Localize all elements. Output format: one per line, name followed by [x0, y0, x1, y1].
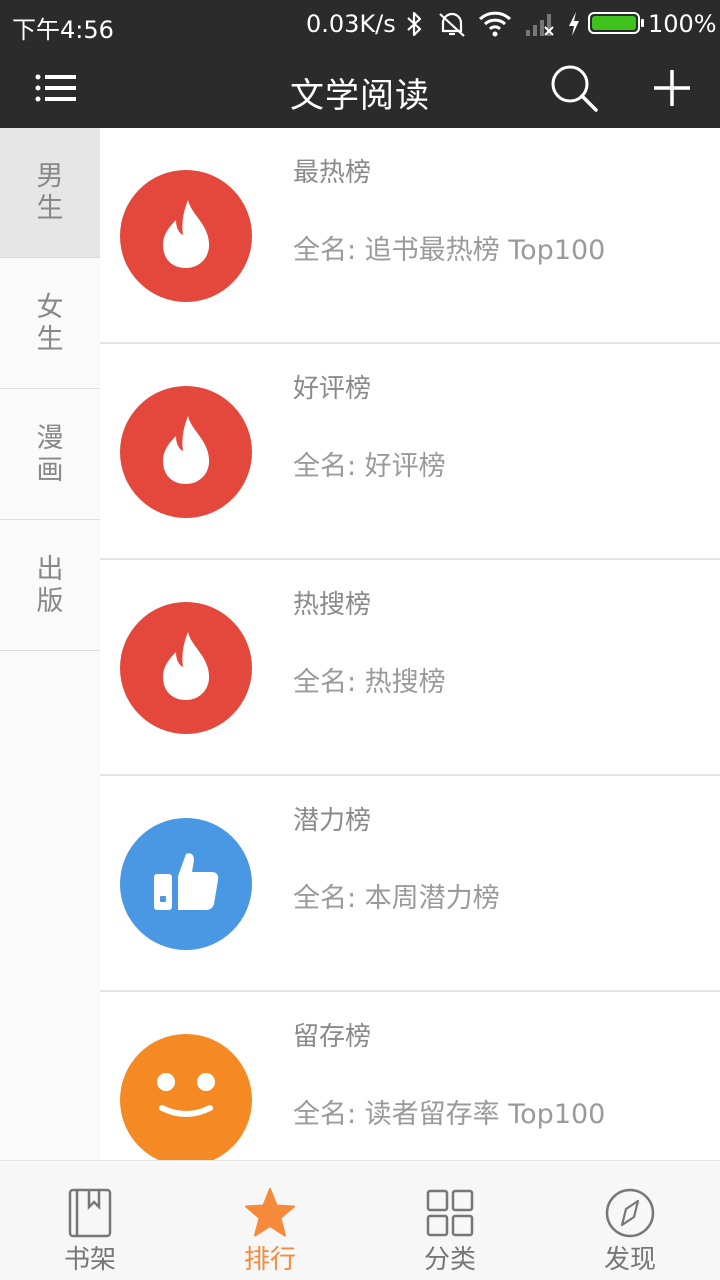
nav-discover[interactable]: 发现	[540, 1161, 720, 1280]
ranking-name: 留存榜	[293, 1022, 372, 1052]
ranking-name: 潜力榜	[293, 806, 372, 836]
battery-icon	[588, 12, 644, 34]
tab-male[interactable]: 男生	[0, 128, 100, 258]
ranking-name: 最热榜	[293, 158, 372, 188]
list-item[interactable]: 热搜榜 全名: 热搜榜	[100, 560, 720, 776]
compass-icon	[604, 1187, 656, 1239]
ranking-full-name: 全名: 本周潜力榜	[293, 883, 500, 914]
bookshelf-icon	[64, 1187, 116, 1239]
star-icon	[244, 1187, 296, 1239]
ranking-badge	[120, 602, 252, 734]
ranking-badge	[120, 1034, 252, 1160]
list-item[interactable]: 好评榜 全名: 好评榜	[100, 344, 720, 560]
smiley-icon	[146, 1066, 226, 1134]
ranking-name: 好评榜	[293, 374, 372, 404]
ranking-name: 热搜榜	[293, 590, 372, 620]
ranking-full-name: 全名: 热搜榜	[293, 667, 446, 698]
ranking-badge	[120, 386, 252, 518]
flame-icon	[158, 630, 214, 706]
battery-percent: 100%	[648, 10, 717, 38]
ranking-full-name: 全名: 好评榜	[293, 451, 446, 482]
nav-label: 分类	[423, 1245, 476, 1275]
status-net-speed: 0.03K/s	[306, 10, 396, 38]
list-item[interactable]: 最热榜 全名: 追书最热榜 Top100	[100, 128, 720, 344]
nav-label: 排行	[243, 1245, 296, 1275]
wifi-icon	[478, 10, 512, 42]
ranking-full-name: 全名: 追书最热榜 Top100	[293, 235, 606, 266]
thumbs-up-icon	[152, 850, 220, 918]
search-button[interactable]	[548, 64, 600, 116]
ranking-badge	[120, 818, 252, 950]
bottom-nav: 书架 排行 分类 发现	[0, 1160, 720, 1280]
tab-comics[interactable]: 漫画	[0, 390, 100, 520]
ranking-badge	[120, 170, 252, 302]
list-item[interactable]: 潜力榜 全名: 本周潜力榜	[100, 776, 720, 992]
ranking-full-name: 全名: 读者留存率 Top100	[293, 1099, 606, 1130]
search-icon	[549, 63, 599, 117]
status-time: 下午4:56	[12, 16, 114, 44]
grid-icon	[424, 1187, 476, 1239]
tab-label: 漫画	[36, 422, 64, 486]
add-button[interactable]	[646, 64, 698, 116]
signal-icon	[524, 10, 556, 42]
app-bar: 文学阅读	[0, 50, 720, 128]
nav-ranking[interactable]: 排行	[180, 1161, 360, 1280]
nav-label: 发现	[603, 1245, 656, 1275]
flame-icon	[158, 198, 214, 274]
tab-female[interactable]: 女生	[0, 259, 100, 389]
nav-category[interactable]: 分类	[360, 1161, 540, 1280]
mute-vibrate-icon	[436, 10, 468, 42]
charging-icon	[566, 10, 582, 42]
nav-bookshelf[interactable]: 书架	[0, 1161, 180, 1280]
list-item[interactable]: 留存榜 全名: 读者留存率 Top100	[100, 992, 720, 1160]
add-icon	[652, 68, 692, 112]
tab-publishing[interactable]: 出版	[0, 521, 100, 651]
tab-label: 女生	[36, 291, 64, 355]
ranking-list: 最热榜 全名: 追书最热榜 Top100 好评榜 全名: 好评榜 热搜榜 全名:…	[100, 128, 720, 1160]
flame-icon	[158, 414, 214, 490]
category-sidebar: 男生 女生 漫画 出版	[0, 128, 100, 1160]
tab-label: 出版	[36, 553, 64, 617]
tab-label: 男生	[36, 160, 64, 224]
page-title: 文学阅读	[290, 76, 430, 116]
bluetooth-icon	[404, 10, 426, 42]
status-bar: 下午4:56 0.03K/s 100%	[0, 0, 720, 50]
nav-label: 书架	[63, 1245, 116, 1275]
